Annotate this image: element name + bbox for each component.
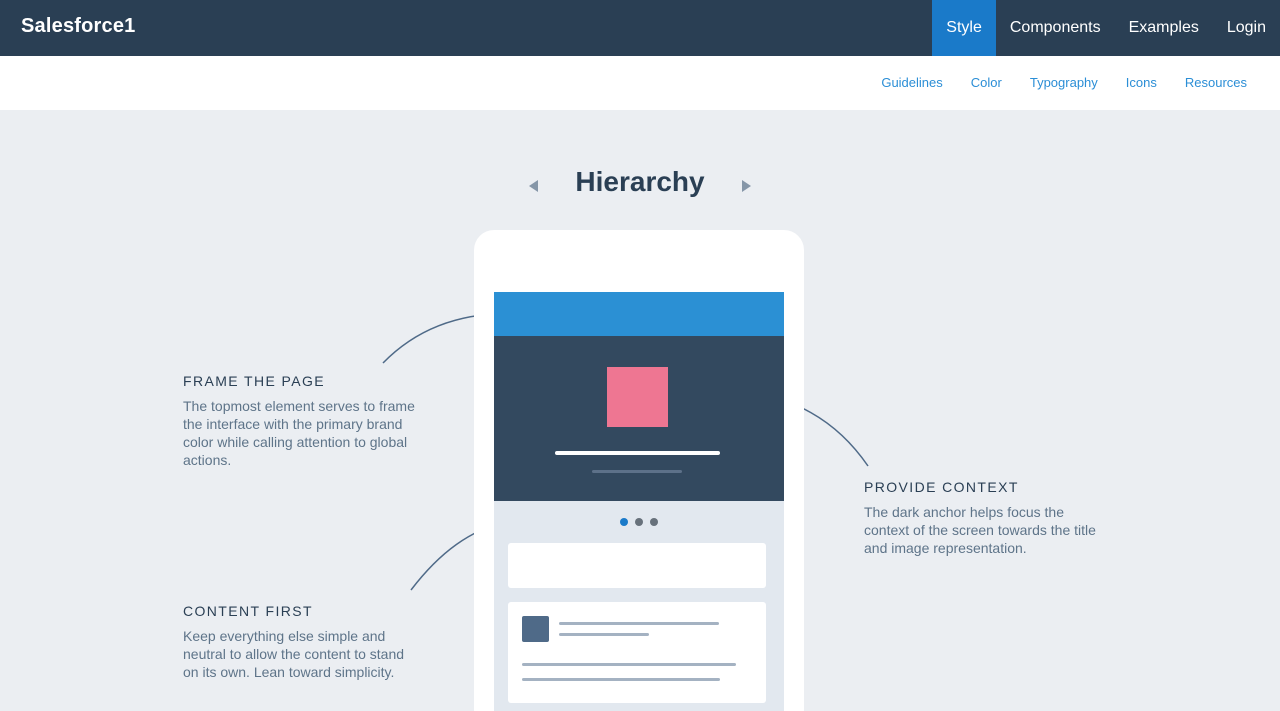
top-navigation-bar: Salesforce1 Style Components Examples Lo… (0, 0, 1280, 56)
nav-components[interactable]: Components (996, 0, 1115, 56)
callout-body: The topmost element serves to frame the … (183, 398, 415, 468)
mockup-image-placeholder (607, 367, 668, 427)
main-nav: Style Components Examples Login (932, 0, 1280, 56)
nav-login[interactable]: Login (1213, 0, 1280, 56)
nav-examples[interactable]: Examples (1115, 0, 1213, 56)
callout-body: Keep everything else simple and neutral … (183, 628, 405, 680)
callout-provide-context: PROVIDE CONTEXT The dark anchor helps fo… (864, 479, 1104, 557)
callout-frame-the-page: FRAME THE PAGE The topmost element serve… (183, 373, 423, 469)
mockup-content-card (508, 543, 766, 588)
style-subnav: Guidelines Color Typography Icons Resour… (853, 56, 1247, 110)
triangle-right-icon[interactable] (742, 180, 751, 192)
callout-heading: FRAME THE PAGE (183, 373, 325, 389)
subnav-resources[interactable]: Resources (1185, 56, 1247, 110)
mockup-avatar-square (522, 616, 549, 642)
pagination-dot (650, 518, 658, 526)
callout-heading: CONTENT FIRST (183, 603, 313, 619)
triangle-left-icon[interactable] (529, 180, 538, 192)
subnav-color[interactable]: Color (971, 56, 1002, 110)
subnav-icons[interactable]: Icons (1126, 56, 1157, 110)
mockup-title-line (555, 451, 720, 455)
sub-navigation-bar: Guidelines Color Typography Icons Resour… (0, 56, 1280, 110)
callout-body: The dark anchor helps focus the context … (864, 504, 1096, 556)
pagination-dot (620, 518, 628, 526)
mockup-pagination-dots (494, 518, 784, 528)
callout-heading: PROVIDE CONTEXT (864, 479, 1019, 495)
mockup-content-card (508, 602, 766, 703)
subnav-typography[interactable]: Typography (1030, 56, 1098, 110)
mockup-text-line (559, 622, 719, 625)
title-row: Hierarchy (0, 166, 1280, 206)
callout-content-first: CONTENT FIRST Keep everything else simpl… (183, 603, 423, 681)
pagination-dot (635, 518, 643, 526)
mockup-dark-anchor (494, 336, 784, 501)
mockup-brand-header (494, 292, 784, 336)
page-title: Hierarchy (575, 166, 705, 197)
mockup-text-line (522, 663, 736, 666)
nav-style[interactable]: Style (932, 0, 996, 56)
mockup-text-line (522, 678, 720, 681)
mockup-text-line (559, 633, 649, 636)
mockup-subtitle-line (592, 470, 682, 473)
phone-mockup (474, 230, 804, 711)
brand-logo[interactable]: Salesforce1 (21, 15, 136, 38)
phone-screen (494, 292, 784, 711)
subnav-guidelines[interactable]: Guidelines (881, 56, 942, 110)
